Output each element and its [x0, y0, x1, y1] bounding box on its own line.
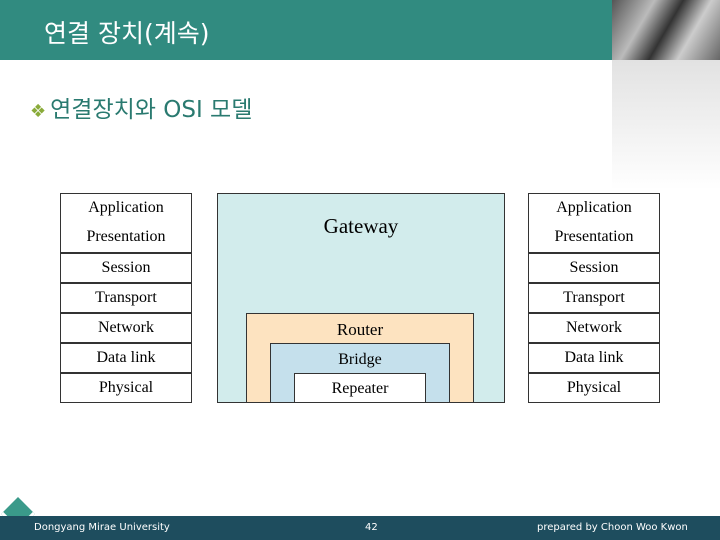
osi-layer-application: Application — [528, 193, 660, 223]
osi-layer-network: Network — [60, 313, 192, 343]
osi-layer-data-link: Data link — [60, 343, 192, 373]
bullet-diamond-icon: ❖ — [30, 101, 47, 122]
osi-layer-session: Session — [528, 253, 660, 283]
subtitle-text: 연결장치와 OSI 모델 — [50, 97, 253, 123]
header-image — [612, 0, 720, 60]
page-number: 42 — [365, 522, 378, 533]
osi-layer-network: Network — [528, 313, 660, 343]
osi-layer-transport: Transport — [60, 283, 192, 313]
header-bar: 연결 장치(계속) — [0, 0, 612, 60]
gateway-label: Gateway — [323, 214, 399, 238]
slide-title: 연결 장치(계속) — [44, 19, 210, 48]
footer-author: prepared by Choon Woo Kwon — [537, 522, 688, 533]
footer-university: Dongyang Mirae University — [34, 522, 170, 533]
osi-layer-application: Application — [60, 193, 192, 223]
router-label: Router — [336, 320, 384, 339]
osi-layer-data-link: Data link — [528, 343, 660, 373]
repeater-label: Repeater — [331, 380, 389, 397]
osi-layer-physical: Physical — [60, 373, 192, 403]
bridge-label: Bridge — [338, 351, 382, 368]
subtitle: ❖ 연결장치와 OSI 모델 — [30, 90, 252, 124]
osi-layer-session: Session — [60, 253, 192, 283]
osi-layer-presentation: Presentation — [528, 223, 660, 253]
repeater-box: Repeater — [294, 373, 426, 403]
footer-bar: Dongyang Mirae University 42 prepared by… — [0, 516, 720, 540]
decorative-strip — [612, 60, 720, 190]
osi-layer-transport: Transport — [528, 283, 660, 313]
osi-layer-presentation: Presentation — [60, 223, 192, 253]
osi-layer-physical: Physical — [528, 373, 660, 403]
